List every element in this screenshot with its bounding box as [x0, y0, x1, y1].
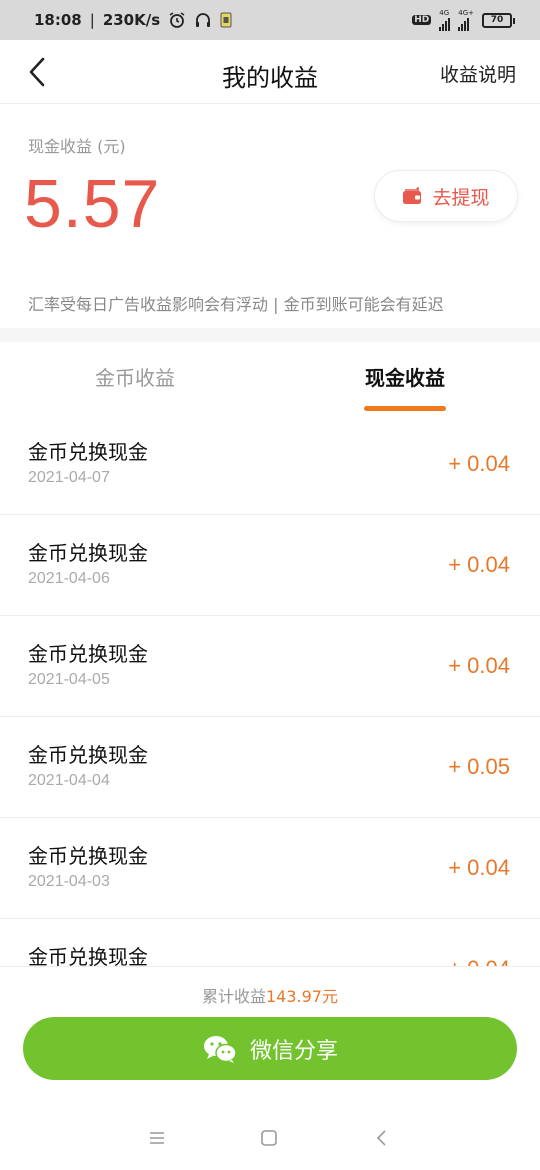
earnings-help-link[interactable]: 收益说明	[440, 60, 516, 87]
headphones-icon	[194, 11, 212, 29]
signal-1-label: 4G	[439, 8, 450, 17]
menu-icon	[150, 1132, 164, 1144]
nav-menu-button[interactable]	[145, 1126, 169, 1150]
total-amount: 143.97元	[266, 987, 338, 1006]
wechat-share-button[interactable]: 微信分享	[23, 1017, 517, 1080]
earnings-summary: 现金收益 (元) 5.57 去提现 汇率受每日广告收益影响会有浮动 | 金币到账…	[0, 105, 540, 328]
total-label: 累计收益	[201, 987, 266, 1006]
record-title: 金币兑换现金	[28, 642, 148, 666]
list-item[interactable]: 金币兑换现金 2021-04-05 + 0.04	[0, 616, 540, 717]
rate-notice: 汇率受每日广告收益影响会有浮动 | 金币到账可能会有延迟	[28, 295, 444, 314]
tab-cash-earnings[interactable]: 现金收益	[365, 362, 445, 391]
withdraw-label: 去提现	[432, 186, 490, 209]
record-date: 2021-04-07	[28, 469, 110, 486]
home-icon	[261, 1130, 277, 1146]
section-divider	[0, 328, 540, 342]
nav-back-button[interactable]	[370, 1126, 394, 1150]
record-date: 2021-04-04	[28, 772, 110, 789]
balance-value: 5.57	[24, 166, 161, 242]
back-icon	[29, 57, 45, 87]
balance-label: 现金收益 (元)	[28, 137, 126, 156]
record-amount: + 0.04	[448, 552, 510, 577]
signal-icon-1: 4G	[439, 8, 451, 31]
record-title: 金币兑换现金	[28, 440, 148, 464]
record-date: 2021-04-05	[28, 671, 110, 688]
status-network-speed: 230K/s	[102, 11, 161, 29]
status-divider: |	[89, 11, 95, 29]
nav-back-icon	[376, 1130, 386, 1146]
alarm-icon	[168, 11, 186, 29]
record-title: 金币兑换现金	[28, 743, 148, 767]
battery-level: 70	[490, 15, 504, 25]
app-header: 我的收益 收益说明	[0, 40, 540, 104]
signal-2-label: 4G+	[458, 8, 474, 17]
record-amount: + 0.04	[448, 855, 510, 880]
record-amount: + 0.04	[448, 653, 510, 678]
signal-icon-2: 4G+	[458, 8, 474, 31]
list-item[interactable]: 金币兑换现金 + 0.04	[0, 919, 540, 966]
withdraw-button[interactable]: 去提现	[374, 170, 518, 222]
list-item[interactable]: 金币兑换现金 2021-04-06 + 0.04	[0, 515, 540, 616]
wechat-icon	[203, 1035, 237, 1063]
share-label: 微信分享	[249, 1038, 338, 1064]
tab-gold-earnings[interactable]: 金币收益	[95, 362, 175, 391]
back-button[interactable]	[22, 56, 52, 88]
total-earnings: 累计收益143.97元	[0, 983, 540, 1007]
record-date: 2021-04-06	[28, 570, 110, 587]
active-tab-indicator	[364, 406, 446, 411]
hd-badge: HD	[412, 15, 432, 25]
earnings-record-list[interactable]: 金币兑换现金 2021-04-07 + 0.04 金币兑换现金 2021-04-…	[0, 414, 540, 966]
status-right: HD 4G 4G+ 70	[412, 8, 515, 31]
nav-home-button[interactable]	[257, 1126, 281, 1150]
record-title: 金币兑换现金	[28, 844, 148, 868]
record-amount: + 0.05	[448, 754, 510, 779]
sim-toolkit-icon	[220, 12, 232, 28]
list-item[interactable]: 金币兑换现金 2021-04-04 + 0.05	[0, 717, 540, 818]
battery-icon: 70	[482, 12, 515, 28]
footer-bar: 累计收益143.97元 微信分享	[0, 966, 540, 1100]
status-time: 18:08	[34, 11, 82, 29]
record-amount: + 0.04	[448, 956, 510, 966]
earnings-tabs: 金币收益 现金收益	[0, 342, 540, 414]
record-title: 金币兑换现金	[28, 541, 148, 565]
list-item[interactable]: 金币兑换现金 2021-04-07 + 0.04	[0, 414, 540, 515]
record-title: 金币兑换现金	[28, 945, 148, 966]
record-date: 2021-04-03	[28, 873, 110, 890]
status-bar: 18:08 | 230K/s HD 4G 4G+ 70	[0, 0, 540, 40]
status-left: 18:08 | 230K/s	[34, 11, 232, 29]
record-amount: + 0.04	[448, 451, 510, 476]
wallet-icon	[403, 187, 422, 204]
system-nav-bar	[0, 1100, 540, 1170]
list-item[interactable]: 金币兑换现金 2021-04-03 + 0.04	[0, 818, 540, 919]
